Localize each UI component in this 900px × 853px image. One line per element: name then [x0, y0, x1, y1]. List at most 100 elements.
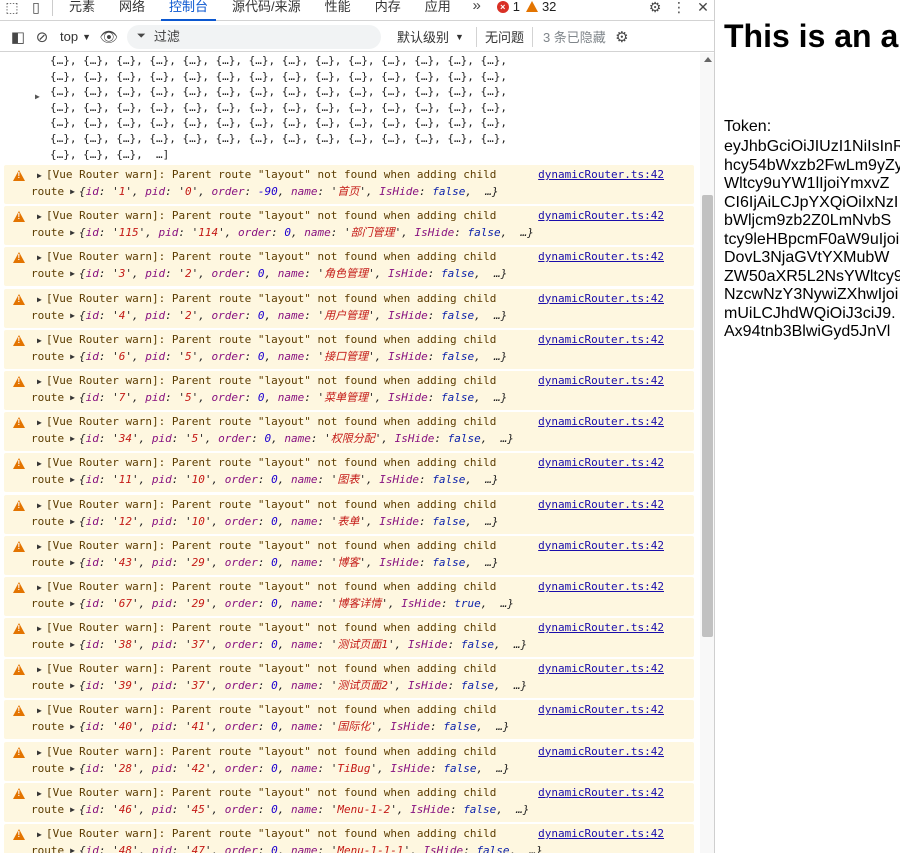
expand-triangle-icon[interactable]: ▶: [70, 434, 75, 443]
route-object[interactable]: {id: '38', pid: '37', order: 0, name: '测…: [79, 638, 527, 651]
route-object[interactable]: {id: '6', pid: '5', order: 0, name: '接口管…: [79, 350, 507, 363]
tab-1[interactable]: 网络: [107, 0, 157, 21]
route-object[interactable]: {id: '11', pid: '10', order: 0, name: '图…: [79, 473, 499, 486]
console-warning-row[interactable]: ▶ [Vue Router warn]: Parent route "layout…: [4, 494, 694, 534]
filter-input[interactable]: [153, 29, 354, 44]
console-scrollbar[interactable]: [700, 53, 714, 853]
expand-triangle-icon[interactable]: ▶: [37, 415, 42, 430]
scroll-up-arrow-icon[interactable]: [704, 57, 712, 62]
expand-triangle-icon[interactable]: ▶: [70, 599, 75, 608]
expand-triangle-icon[interactable]: ▶: [37, 621, 42, 636]
source-link[interactable]: dynamicRouter.ts:42: [538, 744, 664, 759]
expand-triangle-icon[interactable]: ▶: [37, 209, 42, 224]
live-expression-eye-icon[interactable]: 👁: [97, 25, 121, 49]
expand-triangle-icon[interactable]: ▶: [70, 722, 75, 731]
route-object[interactable]: {id: '28', pid: '42', order: 0, name: 'T…: [79, 762, 510, 775]
expand-triangle-icon[interactable]: ▶: [70, 269, 75, 278]
expand-triangle-icon[interactable]: ▶: [70, 311, 75, 320]
expand-triangle-icon[interactable]: ▶: [37, 580, 42, 595]
more-tabs-button[interactable]: »: [463, 0, 491, 13]
source-link[interactable]: dynamicRouter.ts:42: [538, 579, 664, 594]
expand-triangle-icon[interactable]: ▶: [37, 250, 42, 265]
kebab-menu-icon[interactable]: ⋮: [667, 0, 691, 20]
inspect-element-icon[interactable]: ⬚: [0, 0, 24, 20]
expand-triangle-icon[interactable]: ▶: [70, 393, 75, 402]
console-warning-row[interactable]: ▶ [Vue Router warn]: Parent route "layout…: [4, 659, 694, 699]
route-object[interactable]: {id: '67', pid: '29', order: 0, name: '博…: [79, 597, 514, 610]
log-level-selector[interactable]: 默认级别 ▼: [391, 25, 470, 49]
expand-triangle-icon[interactable]: ▶: [70, 805, 75, 814]
source-link[interactable]: dynamicRouter.ts:42: [538, 497, 664, 512]
expand-triangle-icon[interactable]: ▶: [70, 846, 75, 853]
source-link[interactable]: dynamicRouter.ts:42: [538, 373, 664, 388]
array-expand-triangle-icon[interactable]: ▶: [35, 92, 40, 101]
expand-triangle-icon[interactable]: ▶: [37, 292, 42, 307]
route-object[interactable]: {id: '1', pid: '0', order: -90, name: '首…: [79, 185, 499, 198]
expand-triangle-icon[interactable]: ▶: [70, 764, 75, 773]
expand-triangle-icon[interactable]: ▶: [70, 640, 75, 649]
expanded-array-output[interactable]: ▶ {…}, {…}, {…}, {…}, {…}, {…}, {…}, {…}…: [0, 53, 700, 165]
expand-triangle-icon[interactable]: ▶: [70, 352, 75, 361]
expand-triangle-icon[interactable]: ▶: [37, 745, 42, 760]
source-link[interactable]: dynamicRouter.ts:42: [538, 661, 664, 676]
console-warning-row[interactable]: ▶ [Vue Router warn]: Parent route "layout…: [4, 453, 694, 493]
clear-console-icon[interactable]: ⊘: [30, 25, 54, 49]
expand-triangle-icon[interactable]: ▶: [70, 228, 75, 237]
tab-4[interactable]: 性能: [313, 0, 363, 21]
route-object[interactable]: {id: '34', pid: '5', order: 0, name: '权限…: [79, 432, 514, 445]
console-warning-row[interactable]: ▶ [Vue Router warn]: Parent route "layout…: [4, 782, 694, 822]
console-warning-row[interactable]: ▶ [Vue Router warn]: Parent route "layout…: [4, 741, 694, 781]
expand-triangle-icon[interactable]: ▶: [37, 333, 42, 348]
expand-triangle-icon[interactable]: ▶: [70, 558, 75, 567]
source-link[interactable]: dynamicRouter.ts:42: [538, 414, 664, 429]
expand-triangle-icon[interactable]: ▶: [37, 456, 42, 471]
console-warning-row[interactable]: ▶ [Vue Router warn]: Parent route "layout…: [4, 535, 694, 575]
expand-triangle-icon[interactable]: ▶: [70, 187, 75, 196]
source-link[interactable]: dynamicRouter.ts:42: [538, 826, 664, 841]
console-warning-row[interactable]: ▶ [Vue Router warn]: Parent route "layout…: [4, 824, 694, 853]
expand-triangle-icon[interactable]: ▶: [37, 786, 42, 801]
route-object[interactable]: {id: '43', pid: '29', order: 0, name: '博…: [79, 556, 499, 569]
device-toolbar-icon[interactable]: ▯: [24, 0, 48, 20]
sidebar-toggle-icon[interactable]: ◧: [6, 25, 30, 49]
source-link[interactable]: dynamicRouter.ts:42: [538, 455, 664, 470]
route-object[interactable]: {id: '115', pid: '114', order: 0, name: …: [79, 226, 534, 239]
expand-triangle-icon[interactable]: ▶: [37, 703, 42, 718]
source-link[interactable]: dynamicRouter.ts:42: [538, 208, 664, 223]
source-link[interactable]: dynamicRouter.ts:42: [538, 249, 664, 264]
error-count-badge[interactable]: × 1 32: [496, 0, 556, 13]
console-warning-row[interactable]: ▶ [Vue Router warn]: Parent route "layout…: [4, 412, 694, 452]
console-settings-gear-icon[interactable]: ⚙: [610, 25, 634, 49]
context-selector[interactable]: top ▼: [54, 25, 97, 49]
console-warning-row[interactable]: ▶ [Vue Router warn]: Parent route "layout…: [4, 247, 694, 287]
source-link[interactable]: dynamicRouter.ts:42: [538, 332, 664, 347]
expand-triangle-icon[interactable]: ▶: [37, 827, 42, 842]
scrollbar-thumb[interactable]: [702, 195, 713, 637]
source-link[interactable]: dynamicRouter.ts:42: [538, 620, 664, 635]
console-warning-row[interactable]: ▶ [Vue Router warn]: Parent route "layout…: [4, 329, 694, 369]
expand-triangle-icon[interactable]: ▶: [37, 662, 42, 677]
expand-triangle-icon[interactable]: ▶: [37, 498, 42, 513]
settings-gear-icon[interactable]: ⚙: [643, 0, 667, 20]
source-link[interactable]: dynamicRouter.ts:42: [538, 167, 664, 182]
expand-triangle-icon[interactable]: ▶: [70, 517, 75, 526]
source-link[interactable]: dynamicRouter.ts:42: [538, 785, 664, 800]
route-object[interactable]: {id: '46', pid: '45', order: 0, name: 'M…: [79, 803, 529, 816]
console-warning-row[interactable]: ▶ [Vue Router warn]: Parent route "layout…: [4, 700, 694, 740]
console-warning-row[interactable]: ▶ [Vue Router warn]: Parent route "layout…: [4, 165, 694, 204]
filter-box[interactable]: ⏷: [127, 24, 381, 49]
console-warning-row[interactable]: ▶ [Vue Router warn]: Parent route "layout…: [4, 618, 694, 658]
tab-5[interactable]: 内存: [363, 0, 413, 21]
route-object[interactable]: {id: '40', pid: '41', order: 0, name: '国…: [79, 720, 510, 733]
source-link[interactable]: dynamicRouter.ts:42: [538, 291, 664, 306]
tab-0[interactable]: 元素: [57, 0, 107, 21]
tab-3[interactable]: 源代码/来源: [220, 0, 313, 21]
close-devtools-icon[interactable]: ✕: [691, 0, 714, 20]
route-object[interactable]: {id: '4', pid: '2', order: 0, name: '用户管…: [79, 309, 507, 322]
route-object[interactable]: {id: '48', pid: '47', order: 0, name: 'M…: [79, 844, 543, 853]
tab-2[interactable]: 控制台: [157, 0, 220, 21]
console-warning-row[interactable]: ▶ [Vue Router warn]: Parent route "layout…: [4, 576, 694, 616]
expand-triangle-icon[interactable]: ▶: [70, 681, 75, 690]
console-warning-row[interactable]: ▶ [Vue Router warn]: Parent route "layout…: [4, 288, 694, 328]
tab-6[interactable]: 应用: [413, 0, 463, 21]
